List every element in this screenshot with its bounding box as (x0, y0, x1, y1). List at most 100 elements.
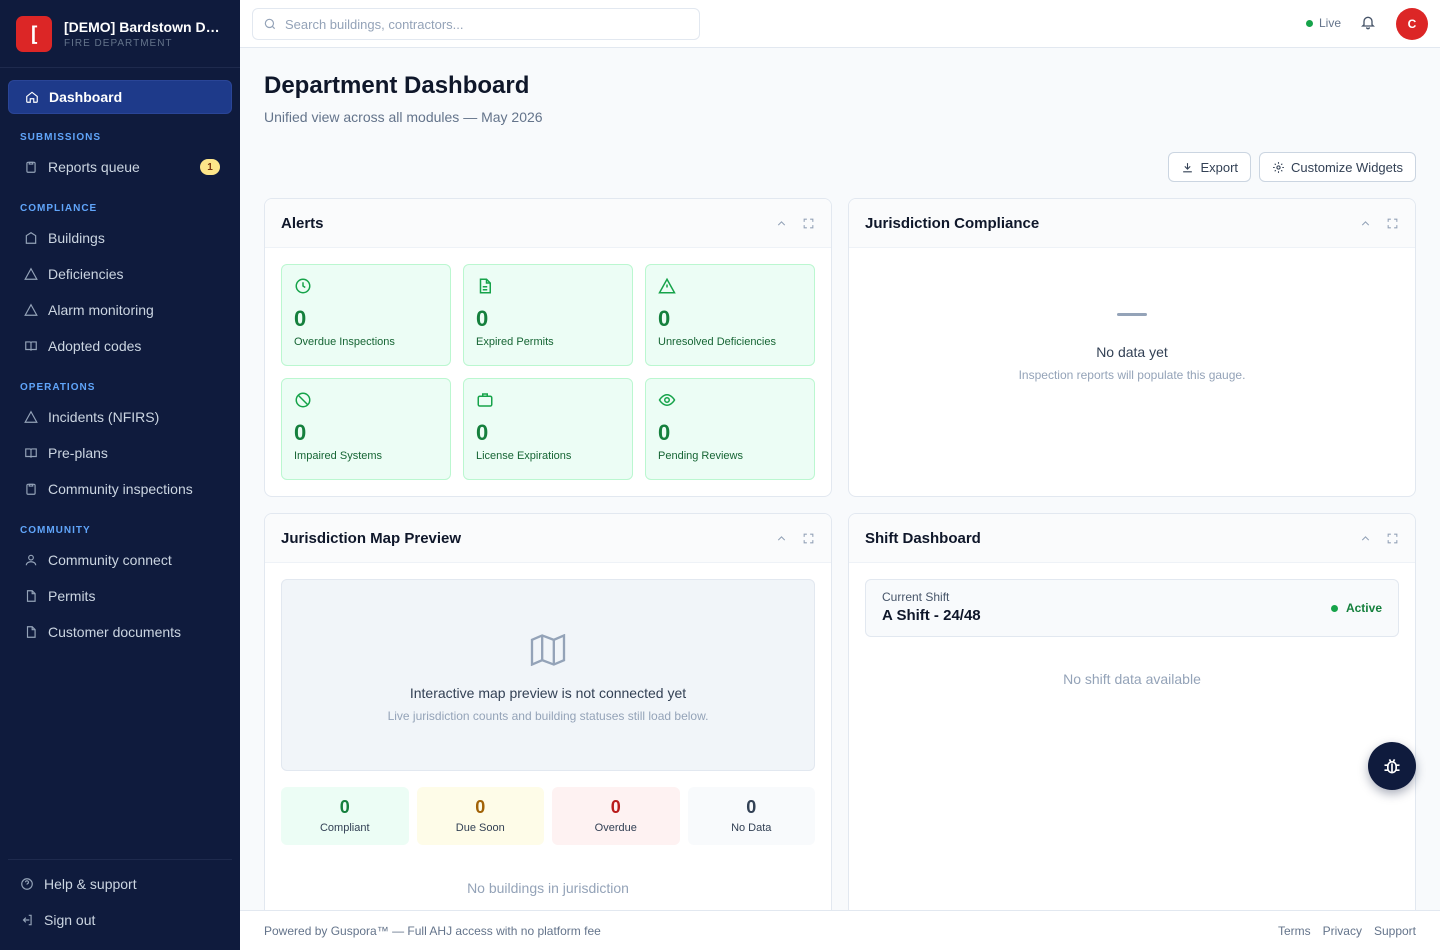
sidebar-item-sign-out[interactable]: Sign out (8, 902, 232, 938)
expand-icon[interactable] (1386, 217, 1399, 230)
alert-tile-impaired-systems[interactable]: 0 Impaired Systems (281, 378, 451, 480)
alerts-title: Alerts (281, 214, 324, 232)
footer-privacy-link[interactable]: Privacy (1323, 924, 1362, 938)
sidebar-item-pre-plans[interactable]: Pre-plans (8, 435, 232, 471)
topbar: Live C (240, 0, 1440, 48)
expand-icon[interactable] (802, 532, 815, 545)
customize-widgets-button[interactable]: Customize Widgets (1259, 152, 1416, 182)
search-icon (263, 17, 277, 31)
sidebar-item-label: Incidents (NFIRS) (48, 409, 160, 425)
footer-terms-link[interactable]: Terms (1278, 924, 1311, 938)
alert-value: 0 (294, 420, 307, 445)
sidebar-item-dashboard[interactable]: Dashboard (8, 80, 232, 114)
sidebar-item-incidents[interactable]: Incidents (NFIRS) (8, 399, 232, 435)
help-icon (20, 877, 34, 891)
sidebar-item-label: Buildings (48, 230, 105, 246)
book-icon (24, 339, 38, 353)
bug-report-button[interactable] (1368, 742, 1416, 790)
alert-tile-expired-permits[interactable]: 0 Expired Permits (463, 264, 633, 366)
compliance-empty-title: No data yet (1096, 344, 1168, 360)
brand[interactable]: [ [DEMO] Bardstown De... FIRE DEPARTMENT (0, 0, 240, 68)
expand-icon[interactable] (1386, 532, 1399, 545)
book-icon (24, 446, 38, 460)
sidebar-item-buildings[interactable]: Buildings (8, 220, 232, 256)
alert-value: 0 (476, 420, 489, 445)
shift-title: Shift Dashboard (865, 529, 981, 547)
chevron-up-icon[interactable] (775, 217, 788, 230)
footer-support-link[interactable]: Support (1374, 924, 1416, 938)
alert-value: 0 (658, 306, 671, 331)
current-shift-box: Current Shift A Shift - 24/48 Active (865, 579, 1399, 637)
sidebar-item-customer-documents[interactable]: Customer documents (8, 614, 232, 650)
brand-name: [DEMO] Bardstown De... (64, 18, 222, 35)
sidebar-item-help[interactable]: Help & support (8, 866, 232, 902)
search-box[interactable] (252, 8, 700, 40)
alert-tile-license-expirations[interactable]: 0 License Expirations (463, 378, 633, 480)
sidebar-item-reports-queue[interactable]: Reports queue 1 (8, 149, 232, 185)
alert-value: 0 (658, 420, 671, 445)
stat-label: No Data (731, 822, 772, 834)
chevron-up-icon[interactable] (1359, 217, 1372, 230)
map-header: Jurisdiction Map Preview (265, 514, 831, 563)
sidebar-item-label: Customer documents (48, 624, 182, 640)
building-icon (24, 231, 38, 245)
avatar[interactable]: C (1396, 8, 1428, 40)
alert-tile-unresolved-deficiencies[interactable]: 0 Unresolved Deficiencies (645, 264, 815, 366)
chevron-up-icon[interactable] (775, 532, 788, 545)
expand-icon[interactable] (802, 217, 815, 230)
alert-tile-overdue-inspections[interactable]: 0 Overdue Inspections (281, 264, 451, 366)
home-icon (25, 90, 39, 104)
map-card: Jurisdiction Map Preview Interactive map… (264, 513, 832, 933)
map-empty-text: No buildings in jurisdiction (467, 880, 629, 896)
map-title: Jurisdiction Map Preview (281, 529, 462, 547)
export-button[interactable]: Export (1168, 152, 1252, 182)
warning-icon (658, 277, 676, 295)
shift-status-label: Active (1345, 601, 1382, 615)
map-stats: 0 Compliant 0 Due Soon 0 Overdue 0 No Da… (281, 787, 815, 845)
page-title: Department Dashboard (264, 72, 530, 99)
sidebar-item-community-connect[interactable]: Community connect (8, 542, 232, 578)
alerts-grid: 0 Overdue Inspections 0 Expired Permits … (265, 248, 831, 496)
alarm-icon (24, 303, 38, 317)
shift-status-badge: Active (1330, 601, 1382, 615)
stat-no-data: 0 No Data (687, 787, 815, 845)
user-icon (24, 553, 38, 567)
section-submissions: SUBMISSIONS (20, 132, 102, 143)
sidebar-item-community-inspections[interactable]: Community inspections (8, 471, 232, 507)
live-indicator: Live (1306, 16, 1341, 30)
bell-icon[interactable] (1360, 14, 1376, 35)
sidebar-item-adopted-codes[interactable]: Adopted codes (8, 328, 232, 364)
chevron-up-icon[interactable] (1359, 532, 1372, 545)
alert-label: Impaired Systems (294, 450, 383, 462)
current-shift-label: Current Shift (882, 590, 950, 604)
sidebar-item-alarm-monitoring[interactable]: Alarm monitoring (8, 292, 232, 328)
sidebar-item-label: Help & support (44, 876, 137, 892)
alert-label: Pending Reviews (658, 450, 743, 462)
stat-value: 0 (610, 797, 621, 817)
sidebar-item-deficiencies[interactable]: Deficiencies (8, 256, 232, 292)
clipboard-icon (24, 482, 38, 496)
live-dot (1306, 19, 1313, 27)
stat-label: Compliant (319, 822, 370, 834)
compliance-empty: No data yet Inspection reports will popu… (849, 248, 1415, 382)
sidebar-item-label: Deficiencies (48, 266, 124, 282)
live-label: Live (1319, 16, 1342, 30)
warning-icon (24, 410, 38, 424)
alerts-header: Alerts (265, 199, 831, 248)
footer-powered: Powered by Guspora™ — Full AHJ access wi… (264, 923, 601, 938)
section-operations: OPERATIONS (20, 382, 96, 393)
alert-tile-pending-reviews[interactable]: 0 Pending Reviews (645, 378, 815, 480)
stat-value: 0 (339, 797, 350, 817)
sidebar-item-label: Community connect (48, 552, 172, 568)
shift-card: Shift Dashboard Current Shift A Shift - … (848, 513, 1416, 933)
file-icon (476, 277, 494, 295)
alert-label: Unresolved Deficiencies (658, 336, 776, 348)
briefcase-icon (476, 391, 494, 409)
main-content: Department Dashboard Unified view across… (240, 48, 1440, 933)
download-icon (1181, 161, 1194, 174)
alert-value: 0 (294, 306, 307, 331)
search-input[interactable] (285, 16, 665, 32)
sidebar-item-permits[interactable]: Permits (8, 578, 232, 614)
stat-overdue: 0 Overdue (552, 787, 680, 845)
sidebar-item-label: Permits (48, 588, 96, 604)
